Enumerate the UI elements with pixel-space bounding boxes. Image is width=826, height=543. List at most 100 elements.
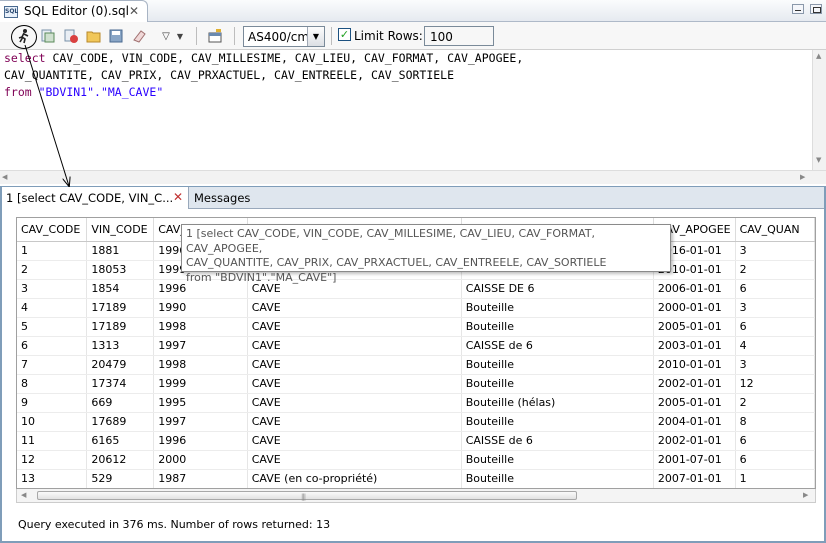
table-cell[interactable]: CAISSE de 6 <box>461 431 654 451</box>
scroll-left-icon[interactable]: ◀ <box>2 173 7 181</box>
table-cell[interactable]: 7 <box>17 355 88 375</box>
table-cell[interactable]: 3 <box>17 279 88 299</box>
table-row[interactable]: 11 6165 1996 CAVE CAISSE de 6 2002-01-01 6 <box>17 431 815 451</box>
run-script-button[interactable] <box>39 27 57 45</box>
close-icon[interactable]: ✕ <box>173 190 183 204</box>
table-cell[interactable]: 1996 <box>153 431 248 451</box>
table-row[interactable]: 5 17189 1998 CAVE Bouteille 2005-01-01 6 <box>17 317 815 337</box>
table-cell[interactable]: 6 <box>735 317 815 337</box>
clear-button[interactable] <box>130 27 148 45</box>
table-cell[interactable]: 8 <box>735 412 815 432</box>
scroll-right-icon[interactable]: ▶ <box>800 173 805 181</box>
table-cell[interactable]: 17689 <box>86 412 155 432</box>
save-button[interactable] <box>107 27 125 45</box>
table-cell[interactable]: CAVE <box>247 412 462 432</box>
tab-result-1[interactable]: 1 [select CAV_CODE, VIN_C... ✕ <box>2 187 189 209</box>
table-cell[interactable]: 18053 <box>86 260 155 280</box>
table-cell[interactable]: 11 <box>17 431 88 451</box>
sql-editor[interactable]: select CAV_CODE, VIN_CODE, CAV_MILLESIME… <box>0 50 812 170</box>
table-cell[interactable]: Bouteille <box>461 298 654 318</box>
table-cell[interactable]: Bouteille <box>461 469 654 488</box>
table-cell[interactable]: CAVE (en co-propriété) <box>247 469 462 488</box>
table-cell[interactable]: 9 <box>17 393 88 413</box>
editor-vertical-scrollbar[interactable]: ▲ ▼ <box>812 50 826 170</box>
table-cell[interactable]: 6 <box>735 431 815 451</box>
table-cell[interactable]: 2004-01-01 <box>653 412 736 432</box>
scroll-right-icon[interactable]: ▶ <box>803 491 808 499</box>
table-cell[interactable]: 2 <box>17 260 88 280</box>
table-cell[interactable]: 4 <box>17 298 88 318</box>
table-cell[interactable]: 17189 <box>86 317 155 337</box>
table-row[interactable]: 13 529 1987 CAVE (en co-propriété) Bouteille… <box>17 469 815 488</box>
table-cell[interactable]: 2 <box>735 393 815 413</box>
table-cell[interactable]: 1990 <box>153 298 248 318</box>
table-cell[interactable]: CAVE <box>247 298 462 318</box>
table-row[interactable]: 4 17189 1990 CAVE Bouteille 2000-01-01 3 <box>17 298 815 318</box>
table-cell[interactable]: 1 <box>17 241 88 261</box>
table-cell[interactable]: 20479 <box>86 355 155 375</box>
column-header[interactable]: CAV_CODE <box>17 218 88 242</box>
table-cell[interactable]: 12 <box>17 450 88 470</box>
table-cell[interactable]: 2 <box>735 260 815 280</box>
table-cell[interactable]: 6 <box>17 336 88 356</box>
scroll-up-icon[interactable]: ▲ <box>816 52 821 60</box>
table-row[interactable]: 10 17689 1997 CAVE Bouteille 2004-01-01 8 <box>17 412 815 432</box>
minimize-icon[interactable] <box>792 4 804 14</box>
table-cell[interactable]: Bouteille <box>461 450 654 470</box>
table-cell[interactable]: 20612 <box>86 450 155 470</box>
scroll-left-icon[interactable]: ◀ <box>21 491 26 499</box>
table-row[interactable]: 8 17374 1999 CAVE Bouteille 2002-01-01 12 <box>17 374 815 394</box>
table-cell[interactable]: Bouteille <box>461 374 654 394</box>
table-cell[interactable]: 2002-01-01 <box>653 431 736 451</box>
table-cell[interactable]: CAVE <box>247 355 462 375</box>
table-cell[interactable]: CAVE <box>247 393 462 413</box>
grid-horizontal-scrollbar[interactable]: ◀ ||| ▶ <box>16 489 816 503</box>
table-cell[interactable]: 1999 <box>153 374 248 394</box>
table-cell[interactable]: 1881 <box>86 241 155 261</box>
table-cell[interactable]: 13 <box>17 469 88 488</box>
history-dropdown[interactable]: ▽ <box>157 27 175 45</box>
table-row[interactable]: 12 20612 2000 CAVE Bouteille 2001-07-01 6 <box>17 450 815 470</box>
table-cell[interactable]: 6165 <box>86 431 155 451</box>
table-cell[interactable]: 3 <box>735 241 815 261</box>
editor-horizontal-scrollbar[interactable]: ◀ ▶ <box>0 170 826 184</box>
table-cell[interactable]: 3 <box>735 298 815 318</box>
table-cell[interactable]: Bouteille <box>461 317 654 337</box>
table-cell[interactable]: 1998 <box>153 317 248 337</box>
table-cell[interactable]: 1313 <box>86 336 155 356</box>
limit-rows-input[interactable]: 100 <box>424 26 494 46</box>
column-header[interactable]: VIN_CODE <box>86 218 155 242</box>
table-cell[interactable]: 2005-01-01 <box>653 393 736 413</box>
table-cell[interactable]: 17374 <box>86 374 155 394</box>
table-cell[interactable]: 6 <box>735 279 815 299</box>
table-cell[interactable]: 1987 <box>153 469 248 488</box>
table-cell[interactable]: 1997 <box>153 412 248 432</box>
table-cell[interactable]: CAISSE de 6 <box>461 336 654 356</box>
table-cell[interactable]: CAVE <box>247 336 462 356</box>
table-cell[interactable]: 2001-07-01 <box>653 450 736 470</box>
table-row[interactable]: 6 1313 1997 CAVE CAISSE de 6 2003-01-01 4 <box>17 336 815 356</box>
scrollbar-thumb[interactable]: ||| <box>37 491 577 501</box>
table-cell[interactable]: 1995 <box>153 393 248 413</box>
cancel-button[interactable] <box>62 27 80 45</box>
table-cell[interactable]: 6 <box>735 450 815 470</box>
open-file-button[interactable] <box>85 27 103 45</box>
table-cell[interactable]: CAVE <box>247 317 462 337</box>
table-cell[interactable]: 1854 <box>86 279 155 299</box>
schema-button[interactable] <box>206 27 224 45</box>
table-cell[interactable]: CAVE <box>247 374 462 394</box>
table-cell[interactable]: 12 <box>735 374 815 394</box>
table-cell[interactable]: 1998 <box>153 355 248 375</box>
history-menu-arrow[interactable]: ▼ <box>174 27 186 45</box>
chevron-down-icon[interactable]: ▼ <box>307 27 324 46</box>
table-row[interactable]: 7 20479 1998 CAVE Bouteille 2010-01-01 3 <box>17 355 815 375</box>
close-icon[interactable]: ✕ <box>129 4 139 18</box>
tab-messages[interactable]: Messages <box>190 187 250 209</box>
table-row[interactable]: 9 669 1995 CAVE Bouteille (hélas) 2005-01-01 2 <box>17 393 815 413</box>
table-cell[interactable]: Bouteille <box>461 355 654 375</box>
table-cell[interactable]: 2000 <box>153 450 248 470</box>
table-cell[interactable]: 2007-01-01 <box>653 469 736 488</box>
table-cell[interactable]: 1 <box>735 469 815 488</box>
table-cell[interactable]: CAVE <box>247 450 462 470</box>
table-cell[interactable]: 2005-01-01 <box>653 317 736 337</box>
